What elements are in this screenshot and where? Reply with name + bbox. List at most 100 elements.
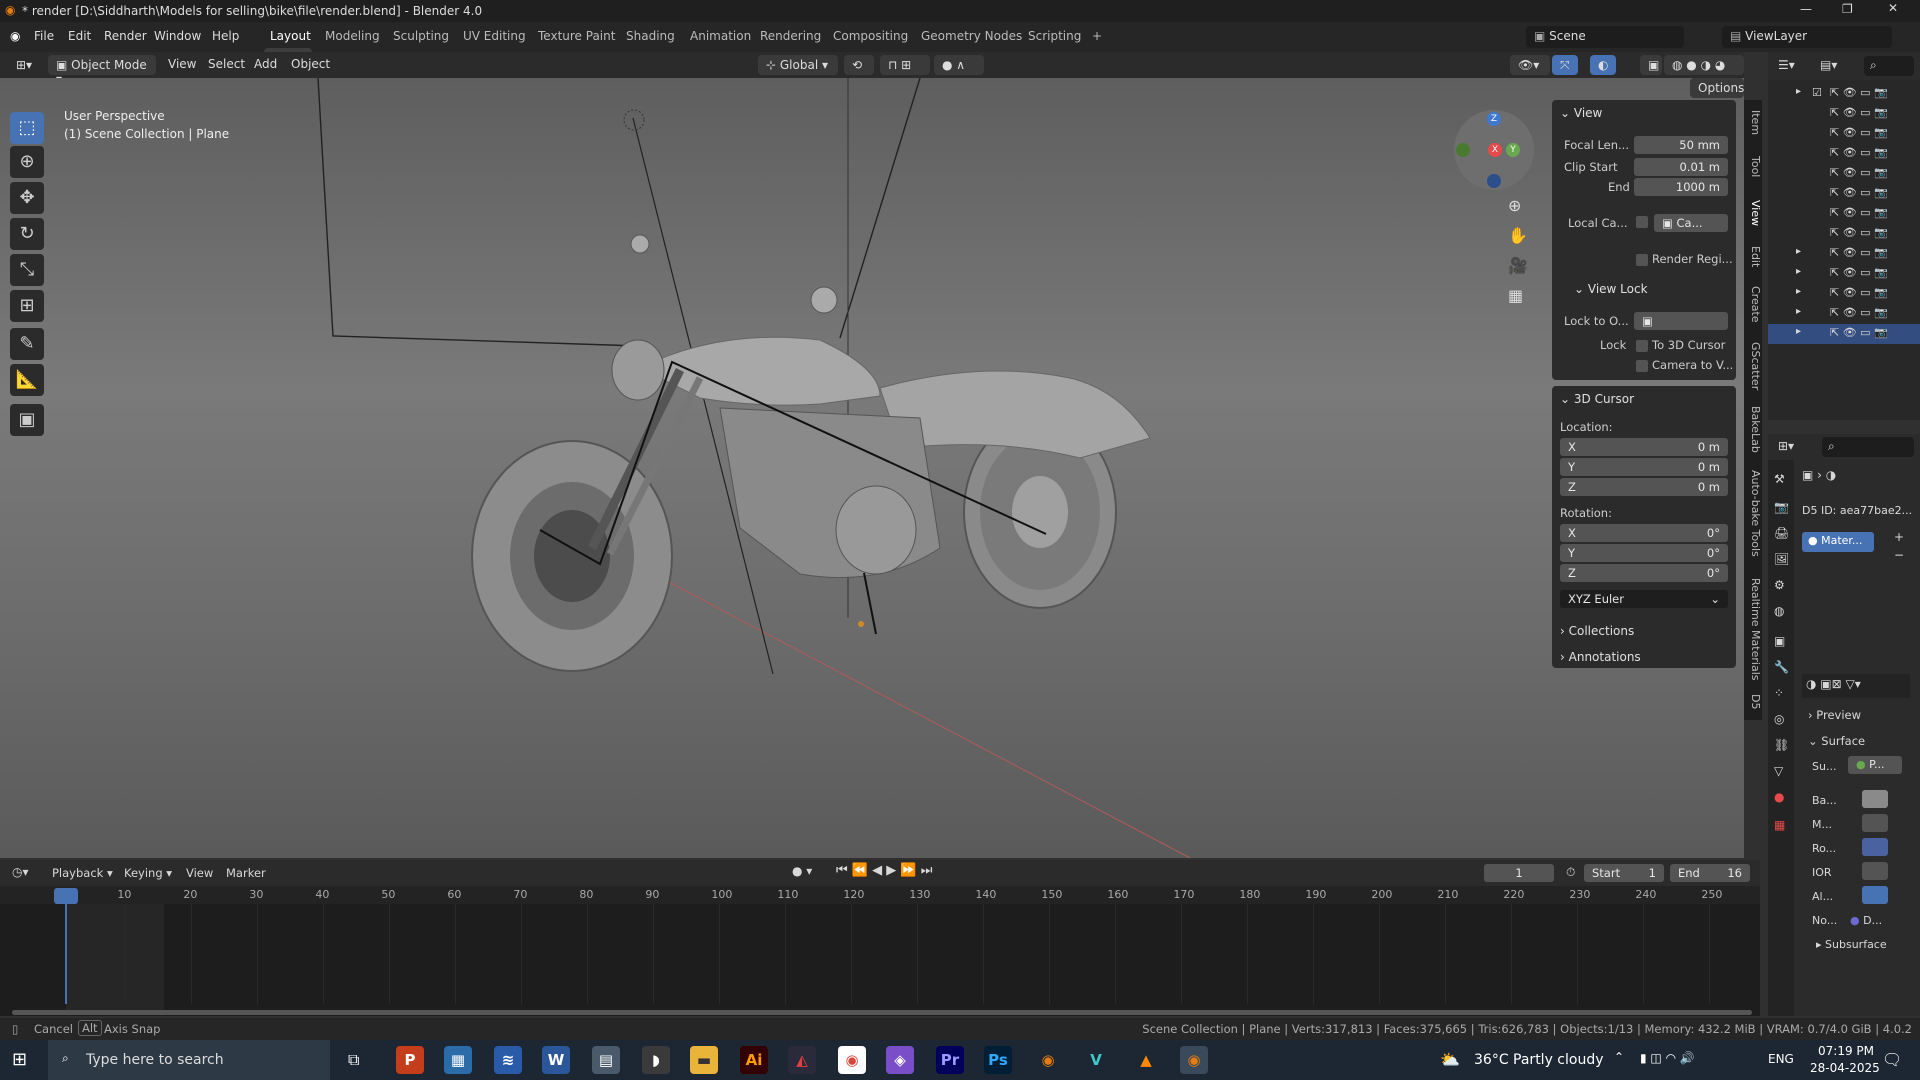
photoshop-icon[interactable]: Ps	[984, 1046, 1012, 1074]
shading-modes[interactable]: ◍ ● ◑ ◕	[1664, 55, 1744, 75]
render-region-checkbox[interactable]	[1636, 254, 1648, 266]
outliner-visibility-icons[interactable]: ⇱ 👁 ▭ 📷	[1830, 266, 1888, 279]
ior-field[interactable]	[1862, 862, 1888, 880]
timeline-view-menu[interactable]: View	[186, 866, 213, 880]
local-camera-checkbox[interactable]	[1636, 216, 1648, 228]
clip-start-field[interactable]: 0.01 m	[1634, 158, 1728, 176]
timeline[interactable]: 1102030405060708090100110120130140150160…	[0, 886, 1760, 1016]
outliner-visibility-icons[interactable]: ⇱ 👁 ▭ 📷	[1830, 126, 1888, 139]
task-view-icon[interactable]: ⧉	[348, 1050, 359, 1070]
expand-icon[interactable]: ▸	[1796, 306, 1801, 317]
material-selector[interactable]: ◑ ▣⊠ ▽▾	[1802, 674, 1910, 698]
navigation-gizmo[interactable]: Z X Y	[1454, 110, 1534, 190]
outliner-visibility-icons[interactable]: ⇱ 👁 ▭ 📷	[1830, 326, 1888, 339]
tab-d5[interactable]: D5	[1744, 694, 1762, 709]
expand-icon[interactable]: ▸	[1796, 286, 1801, 297]
view-layer-tab-icon[interactable]: 🖼	[1774, 552, 1789, 566]
scale-tool-icon[interactable]: ⤡	[10, 254, 44, 286]
focal-length-field[interactable]: 50 mm	[1634, 136, 1728, 154]
outliner-row[interactable]: ⇱ 👁 ▭ 📷	[1768, 164, 1920, 184]
view-layer-selector[interactable]: ▤ ViewLayer	[1722, 26, 1892, 48]
world-tab-icon[interactable]: ◍	[1774, 604, 1784, 618]
app-icon[interactable]: ≋	[494, 1046, 522, 1074]
outliner-row[interactable]: ▸ ⇱ 👁 ▭ 📷	[1768, 264, 1920, 284]
outliner-row[interactable]: ▸ ⇱ 👁 ▭ 📷	[1768, 244, 1920, 264]
expand-icon[interactable]: ▸	[1796, 86, 1801, 97]
rotate-tool-icon[interactable]: ↻	[10, 218, 44, 250]
close-icon[interactable]: ✕	[1888, 1, 1898, 15]
weather-text[interactable]: 36°C Partly cloudy	[1474, 1052, 1604, 1068]
output-tab-icon[interactable]: 🖨	[1774, 526, 1789, 540]
collections-panel[interactable]: › Collections	[1552, 620, 1736, 642]
annotate-tool-icon[interactable]: ✎	[10, 328, 44, 360]
orientation-dropdown[interactable]: ⊹ Global ▾	[758, 55, 838, 75]
viewport-menu-select[interactable]: Select	[208, 57, 245, 71]
subsurface-panel-header[interactable]: ▸ Subsurface	[1816, 938, 1887, 951]
material-slot[interactable]: ● Mater...	[1802, 532, 1874, 552]
remove-slot-icon[interactable]: −	[1894, 548, 1904, 562]
menu-file[interactable]: File	[34, 29, 54, 43]
rotation-x-field[interactable]: X 0°	[1560, 524, 1728, 542]
constraints-tab-icon[interactable]: ⛓	[1774, 738, 1789, 752]
chrome-icon[interactable]: ◉	[838, 1046, 866, 1074]
cursor-x-field[interactable]: X 0 m	[1560, 438, 1728, 456]
camera-view-icon[interactable]: 🎥	[1508, 256, 1528, 275]
pan-hand-icon[interactable]: ✋	[1508, 226, 1528, 245]
gizmo-x-icon[interactable]: X	[1488, 143, 1502, 157]
menu-window[interactable]: Window	[154, 29, 201, 43]
record-icon[interactable]: ● ▾	[792, 864, 812, 878]
tray-chevron-icon[interactable]: ⌃	[1614, 1050, 1624, 1064]
particles-tab-icon[interactable]: ⁘	[1774, 686, 1784, 700]
tab-geometry-nodes[interactable]: Geometry Nodes	[921, 29, 1022, 43]
taskbar-search-input[interactable]: ⌕ Type here to search	[48, 1040, 330, 1080]
tab-uv-editing[interactable]: UV Editing	[463, 29, 526, 43]
vectorworks-icon[interactable]: V	[1082, 1046, 1110, 1074]
word-icon[interactable]: W	[542, 1046, 570, 1074]
start-frame-field[interactable]: Start 1	[1584, 864, 1664, 882]
outliner-row[interactable]: ⇱ 👁 ▭ 📷	[1768, 184, 1920, 204]
outliner-visibility-icons[interactable]: ⇱ 👁 ▭ 📷	[1830, 106, 1888, 119]
outliner-row[interactable]: ▸ ☑ ⇱ 👁 ▭ 📷	[1768, 84, 1920, 104]
tab-create[interactable]: Create	[1744, 286, 1762, 323]
outliner-editor-icon[interactable]: ☰▾	[1778, 58, 1795, 72]
outliner-row[interactable]: ▸ ⇱ 👁 ▭ 📷	[1768, 324, 1920, 344]
cursor-z-field[interactable]: Z 0 m	[1560, 478, 1728, 496]
cursor-tool-icon[interactable]: ⊕	[10, 146, 44, 178]
outliner-row[interactable]: ⇱ 👁 ▭ 📷	[1768, 224, 1920, 244]
m365-icon[interactable]: ◈	[886, 1046, 914, 1074]
move-tool-icon[interactable]: ✥	[10, 182, 44, 214]
rotation-z-field[interactable]: Z 0°	[1560, 564, 1728, 582]
marker-menu[interactable]: Marker	[226, 866, 266, 880]
file-explorer-icon[interactable]: ▬	[690, 1046, 718, 1074]
outliner-row[interactable]: ⇱ 👁 ▭ 📷	[1768, 124, 1920, 144]
playback-controls[interactable]: ⏮ ⏪ ◀ ▶ ⏩ ⏭	[836, 863, 932, 878]
gizmo-neg-z-icon[interactable]	[1487, 174, 1501, 188]
lock-to-object-field[interactable]: ▣	[1634, 312, 1728, 330]
scene-tab-icon[interactable]: ⚙	[1774, 578, 1785, 592]
xray-icon[interactable]: ▣	[1640, 55, 1662, 75]
outliner-row[interactable]: ▸ ⇱ 👁 ▭ 📷	[1768, 284, 1920, 304]
file-app-icon[interactable]: ▤	[592, 1046, 620, 1074]
clock-date[interactable]: 28-04-2025	[1810, 1061, 1880, 1075]
viewport-menu-object[interactable]: Object	[291, 57, 330, 71]
menu-render[interactable]: Render	[104, 29, 147, 43]
metallic-field[interactable]	[1862, 814, 1888, 832]
blender-active-icon[interactable]: ◉	[1180, 1046, 1208, 1074]
language-indicator[interactable]: ENG	[1768, 1052, 1794, 1066]
tab-scripting[interactable]: Scripting	[1028, 29, 1081, 43]
annotations-panel[interactable]: › Annotations	[1552, 646, 1736, 668]
minimize-icon[interactable]: —	[1800, 2, 1812, 16]
add-cube-tool-icon[interactable]: ▣	[10, 404, 44, 436]
alpha-field[interactable]	[1862, 886, 1888, 904]
folder-app-icon[interactable]: ◗	[642, 1046, 670, 1074]
outliner-row[interactable]: ▸ ⇱ 👁 ▭ 📷	[1768, 304, 1920, 324]
outliner-visibility-icons[interactable]: ⇱ 👁 ▭ 📷	[1830, 86, 1888, 99]
viewport-3d[interactable]: User Perspective (1) Scene Collection | …	[0, 78, 1744, 858]
timeline-editor-icon[interactable]: ◷▾	[12, 865, 29, 879]
playhead[interactable]	[54, 888, 78, 904]
tab-gscatter[interactable]: GScatter	[1744, 342, 1762, 390]
restore-icon[interactable]: ❐	[1842, 2, 1853, 16]
tab-rendering[interactable]: Rendering	[760, 29, 821, 43]
clock-time[interactable]: 07:19 PM	[1818, 1044, 1874, 1058]
gizmo-y-icon[interactable]: Y	[1506, 143, 1520, 157]
